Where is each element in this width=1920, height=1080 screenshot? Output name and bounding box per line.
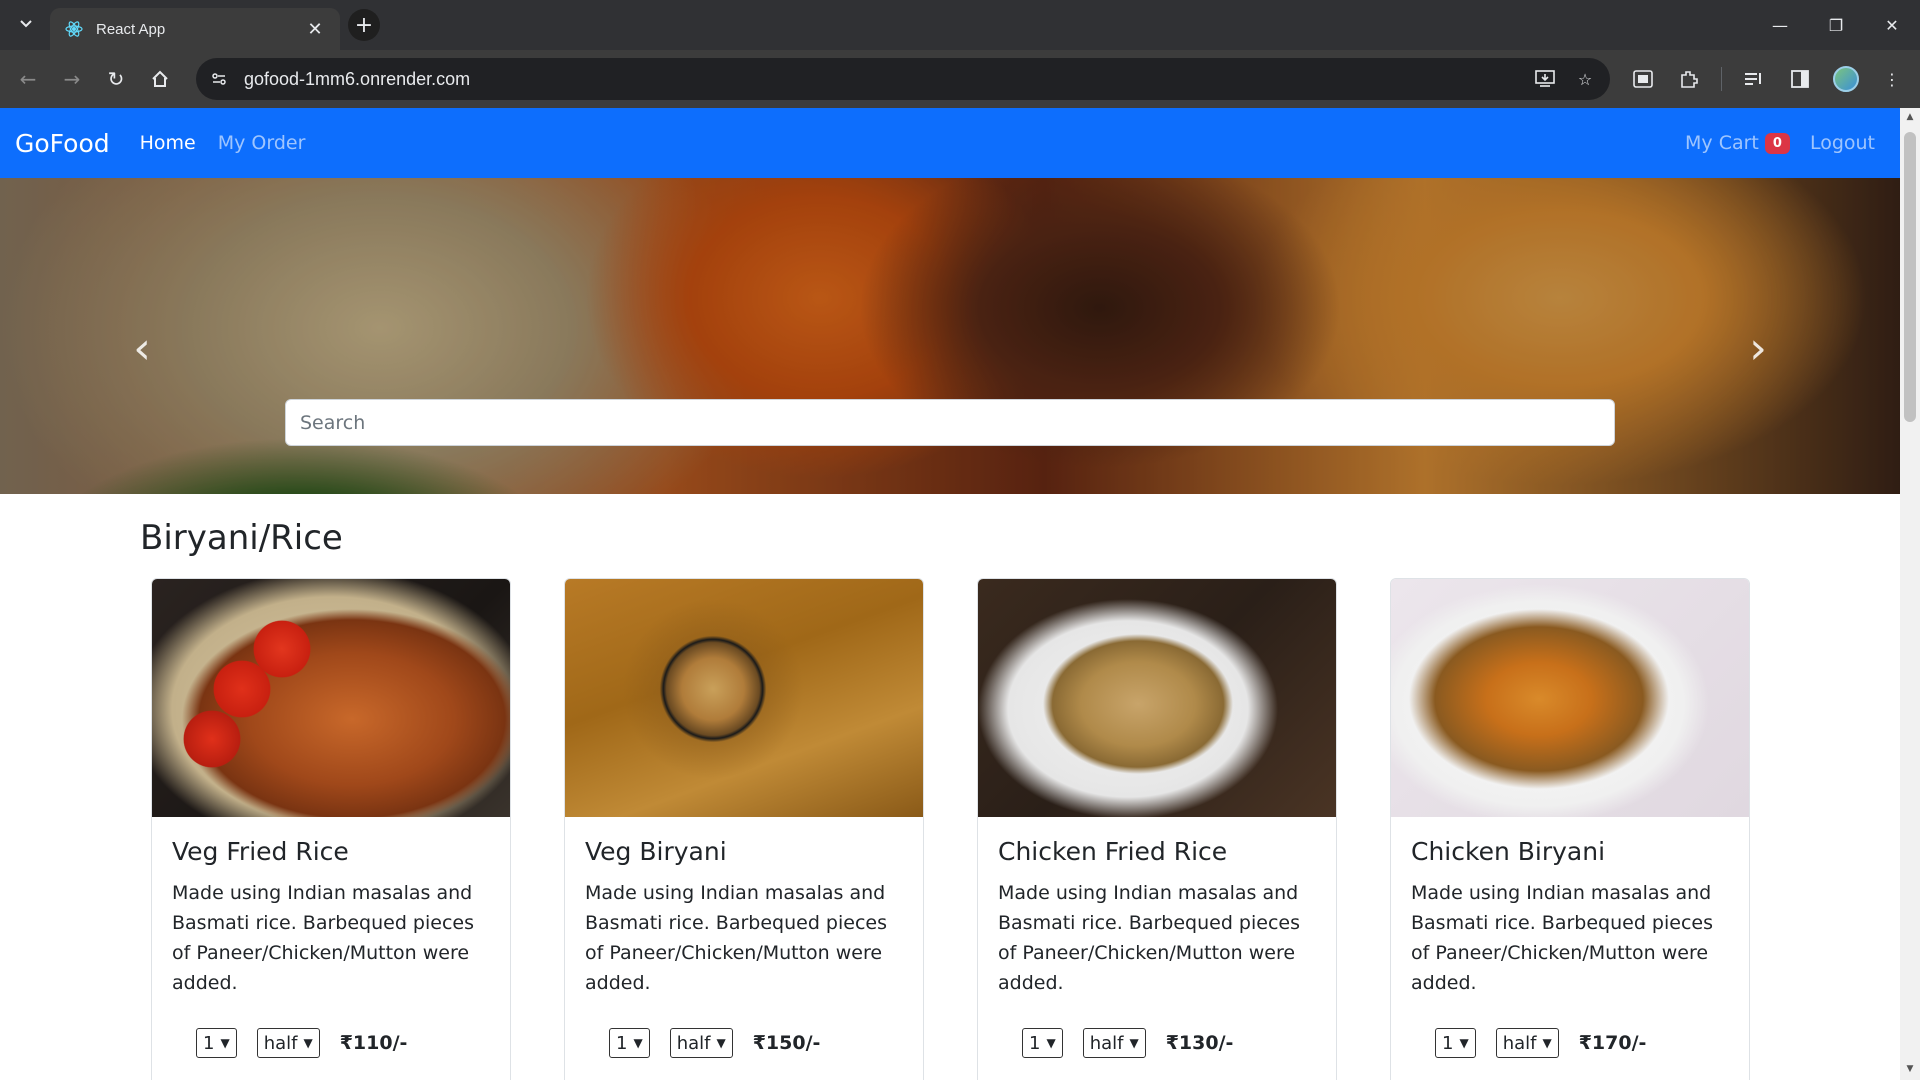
bookmark-star-icon[interactable]: ☆ <box>1570 64 1600 94</box>
menu-kebab-icon[interactable]: ⋮ <box>1872 59 1912 99</box>
chevron-down-icon: ▼ <box>1046 1036 1056 1050</box>
scroll-up-arrow-icon[interactable]: ▲ <box>1904 112 1916 124</box>
tab-title: React App <box>96 20 166 38</box>
page-scrollbar[interactable]: ▲ ▼ <box>1900 108 1920 1080</box>
profile-avatar[interactable] <box>1826 59 1866 99</box>
side-panel-icon[interactable] <box>1780 59 1820 99</box>
restore-icon[interactable]: ❐ <box>1808 0 1864 50</box>
scroll-down-arrow-icon[interactable]: ▼ <box>1904 1064 1916 1076</box>
size-value: half <box>1089 1032 1124 1054</box>
browser-toolbar: ← → ↻ gofood-1mm6.onrender.com ☆ ⋮ <box>0 50 1920 108</box>
quantity-value: 1 <box>1442 1032 1454 1054</box>
chevron-down-icon: ▼ <box>1129 1036 1139 1050</box>
food-title: Chicken Biryani <box>1411 837 1606 866</box>
media-icon[interactable] <box>1623 59 1663 99</box>
logout-button[interactable]: Logout <box>1810 132 1875 154</box>
back-arrow-icon[interactable]: ← <box>6 57 50 101</box>
food-title: Chicken Fried Rice <box>998 837 1228 866</box>
food-description: Made using Indian masalas and Basmati ri… <box>998 882 1300 994</box>
nav-home-link[interactable]: Home <box>140 132 196 154</box>
extensions-icon[interactable] <box>1669 59 1709 99</box>
category-title: Biryani/Rice <box>140 518 343 558</box>
chevron-down-icon: ▼ <box>1459 1036 1469 1050</box>
size-select[interactable]: half ▼ <box>669 1028 733 1058</box>
site-navbar: GoFood Home My Order My Cart 0 Logout <box>0 108 1900 178</box>
reload-icon[interactable]: ↻ <box>94 57 138 101</box>
food-price: ₹170/- <box>1578 1032 1647 1054</box>
reading-list-icon[interactable] <box>1734 59 1774 99</box>
new-tab-plus-icon[interactable]: + <box>348 9 380 41</box>
size-value: half <box>263 1032 298 1054</box>
food-card: Chicken Fried Rice Made using Indian mas… <box>977 578 1337 1080</box>
food-image <box>565 579 923 817</box>
minimize-icon[interactable]: — <box>1752 0 1808 50</box>
food-description: Made using Indian masalas and Basmati ri… <box>172 882 474 994</box>
quantity-select[interactable]: 1 ▼ <box>1435 1028 1476 1058</box>
chevron-down-icon: ▼ <box>220 1036 230 1050</box>
home-icon[interactable] <box>138 57 182 101</box>
food-cards: Veg Fried Rice Made using Indian masalas… <box>151 578 1750 1080</box>
quantity-select[interactable]: 1 ▼ <box>609 1028 650 1058</box>
chevron-down-icon: ▼ <box>1542 1036 1552 1050</box>
quantity-select[interactable]: 1 ▼ <box>1022 1028 1063 1058</box>
chevron-down-icon: ▼ <box>716 1036 726 1050</box>
chevron-down-icon: ▼ <box>303 1036 313 1050</box>
food-card: Chicken Biryani Made using Indian masala… <box>1390 578 1750 1080</box>
tab-search-chevron-icon[interactable] <box>14 12 38 36</box>
site-info-icon[interactable] <box>204 64 234 94</box>
size-select[interactable]: half ▼ <box>1495 1028 1559 1058</box>
food-title: Veg Fried Rice <box>172 837 349 866</box>
close-tab-icon[interactable]: ✕ <box>304 19 326 40</box>
quantity-select[interactable]: 1 ▼ <box>196 1028 237 1058</box>
food-image <box>152 579 510 817</box>
my-cart-label: My Cart <box>1685 132 1759 154</box>
food-title: Veg Biryani <box>585 837 727 866</box>
food-image <box>978 579 1336 817</box>
browser-tab[interactable]: React App ✕ <box>50 8 340 50</box>
hero-carousel: ‹ › <box>0 178 1900 494</box>
install-app-icon[interactable] <box>1530 64 1560 94</box>
size-select[interactable]: half ▼ <box>1082 1028 1146 1058</box>
scrollbar-thumb[interactable] <box>1904 132 1916 422</box>
react-icon <box>64 19 84 39</box>
toolbar-divider <box>1721 67 1722 91</box>
quantity-value: 1 <box>1029 1032 1041 1054</box>
size-value: half <box>1502 1032 1537 1054</box>
size-value: half <box>676 1032 711 1054</box>
food-price: ₹150/- <box>752 1032 821 1054</box>
food-card: Veg Fried Rice Made using Indian masalas… <box>151 578 511 1080</box>
carousel-next-chevron-icon[interactable]: › <box>1738 318 1778 378</box>
my-cart-button[interactable]: My Cart 0 <box>1685 132 1790 154</box>
cart-count-badge: 0 <box>1764 132 1790 154</box>
food-price: ₹110/- <box>339 1032 408 1054</box>
search-input[interactable] <box>285 399 1615 446</box>
browser-tabstrip: React App ✕ + — ❐ ✕ <box>0 0 1920 50</box>
forward-arrow-icon[interactable]: → <box>50 57 94 101</box>
food-card: Veg Biryani Made using Indian masalas an… <box>564 578 924 1080</box>
food-description: Made using Indian masalas and Basmati ri… <box>1411 882 1713 994</box>
brand-logo[interactable]: GoFood <box>15 129 110 158</box>
food-description: Made using Indian masalas and Basmati ri… <box>585 882 887 994</box>
hero-image <box>0 178 1900 494</box>
page-viewport: GoFood Home My Order My Cart 0 Logout ‹ … <box>0 108 1900 1080</box>
url-text: gofood-1mm6.onrender.com <box>244 68 471 89</box>
address-bar[interactable]: gofood-1mm6.onrender.com ☆ <box>196 58 1610 100</box>
carousel-prev-chevron-icon[interactable]: ‹ <box>122 318 162 378</box>
size-select[interactable]: half ▼ <box>256 1028 320 1058</box>
food-image <box>1391 579 1749 817</box>
quantity-value: 1 <box>616 1032 628 1054</box>
food-price: ₹130/- <box>1165 1032 1234 1054</box>
close-window-icon[interactable]: ✕ <box>1864 0 1920 50</box>
quantity-value: 1 <box>203 1032 215 1054</box>
chevron-down-icon: ▼ <box>633 1036 643 1050</box>
nav-my-order-link[interactable]: My Order <box>218 132 306 154</box>
